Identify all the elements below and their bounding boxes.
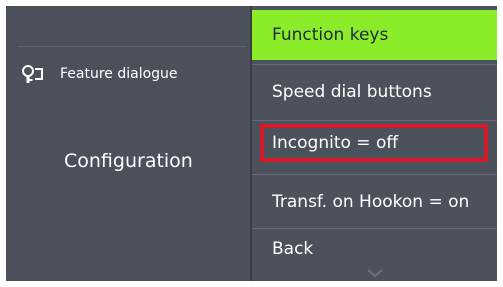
feature-dialogue-row: Feature dialogue: [20, 62, 178, 86]
left-panel: Feature dialogue Configuration: [6, 6, 250, 281]
menu-list: Function keys Speed dial buttons Incogni…: [252, 6, 497, 281]
menu-item-speed-dial-buttons[interactable]: Speed dial buttons: [252, 68, 497, 116]
left-divider: [18, 46, 246, 47]
menu-item-function-keys[interactable]: Function keys: [252, 10, 497, 60]
menu-separator: [252, 64, 497, 65]
feature-dialogue-label: Feature dialogue: [60, 66, 178, 82]
menu-separator: [252, 174, 497, 175]
key-lock-icon: [22, 65, 43, 83]
menu-item-transfer-on-hookon[interactable]: Transf. on Hookon = on: [252, 178, 497, 226]
context-title: Configuration: [64, 150, 193, 172]
menu-separator: [252, 120, 497, 121]
menu-item-incognito-label: Incognito = off: [272, 133, 399, 153]
phone-display: Feature dialogue Configuration Function …: [6, 6, 497, 281]
menu-separator: [252, 228, 497, 229]
menu-item-incognito[interactable]: Incognito = off: [252, 124, 497, 170]
menu-item-back[interactable]: Back: [252, 232, 497, 266]
chevron-down-icon[interactable]: [366, 268, 384, 278]
